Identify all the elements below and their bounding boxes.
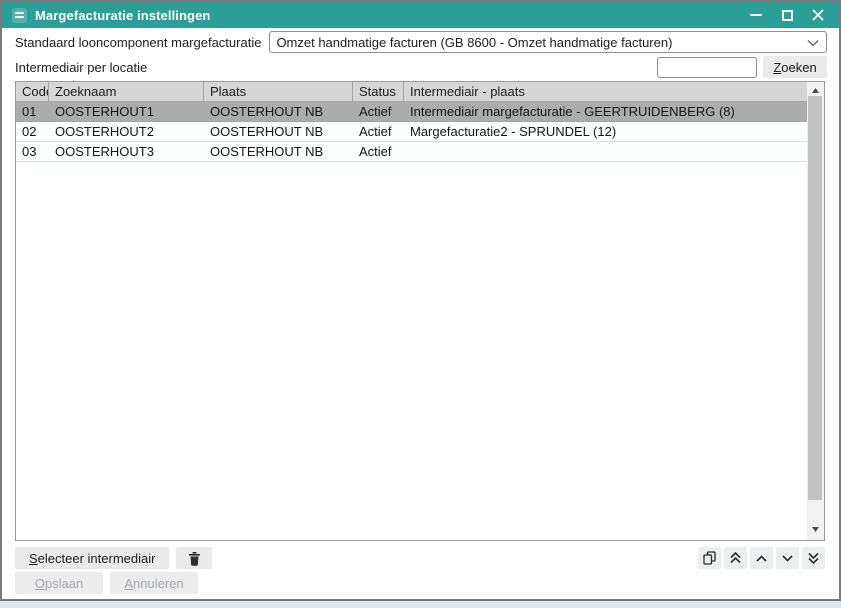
cell-intermediair: Margefacturatie2 - SPRUNDEL (12) [404,122,807,141]
cell-plaats: OOSTERHOUT NB [204,102,353,121]
chevron-down-icon [807,39,819,47]
title-bar: Margefacturatie instellingen [2,2,839,28]
cell-intermediair [404,142,807,161]
cell-plaats: OOSTERHOUT NB [204,122,353,141]
margefacturatie-window: Margefacturatie instellingen Standaard l… [0,0,841,601]
intermediair-per-locatie-row: Intermediair per locatie Zoeken [15,56,827,78]
close-icon[interactable] [807,5,829,25]
dialog-buttons: Opslaan Annuleren [15,572,198,594]
vertical-scrollbar[interactable] [807,82,824,540]
table-row[interactable]: 03 OOSTERHOUT3 OOSTERHOUT NB Actief [16,142,807,162]
annuleren-button[interactable]: Annuleren [110,572,198,594]
intermediair-per-locatie-label: Intermediair per locatie [15,60,147,75]
column-header-intermediair[interactable]: Intermediair - plaats [404,82,807,101]
trash-icon [188,551,201,566]
scrollbar-thumb[interactable] [808,96,822,500]
record-navigation [698,547,825,569]
cell-code: 03 [16,142,49,161]
column-header-code[interactable]: Code [16,82,49,101]
zoeken-button[interactable]: Zoeken [763,56,827,78]
cell-zoeknaam: OOSTERHOUT1 [49,102,204,121]
previous-record-icon[interactable] [750,547,773,569]
delete-button[interactable] [176,547,212,569]
window-title: Margefacturatie instellingen [35,8,210,23]
maximize-icon[interactable] [776,5,798,25]
search-input[interactable] [657,57,757,78]
table-header-row: Code Zoeknaam Plaats Status Intermediair… [16,82,807,102]
selecteer-intermediair-button[interactable]: Selecteer intermediair [15,547,169,569]
cell-status: Actief [353,102,404,121]
cell-code: 02 [16,122,49,141]
column-header-status[interactable]: Status [353,82,404,101]
next-record-icon[interactable] [776,547,799,569]
scroll-up-icon[interactable] [807,84,824,96]
cell-zoeknaam: OOSTERHOUT2 [49,122,204,141]
cell-status: Actief [353,122,404,141]
opslaan-button[interactable]: Opslaan [15,572,103,594]
first-record-icon[interactable] [724,547,747,569]
last-record-icon[interactable] [802,547,825,569]
column-header-plaats[interactable]: Plaats [204,82,353,101]
cell-code: 01 [16,102,49,121]
grid-action-bar: Selecteer intermediair [15,547,825,569]
standaard-looncomponent-label: Standaard looncomponent margefacturatie [15,35,261,50]
scroll-down-icon[interactable] [807,523,824,535]
table-row[interactable]: 01 OOSTERHOUT1 OOSTERHOUT NB Actief Inte… [16,102,807,122]
looncomponent-dropdown[interactable]: Omzet handmatige facturen (GB 8600 - Omz… [269,31,827,53]
table-row[interactable]: 02 OOSTERHOUT2 OOSTERHOUT NB Actief Marg… [16,122,807,142]
cell-intermediair: Intermediair margefacturatie - GEERTRUID… [404,102,807,121]
table-empty-area [16,162,807,540]
looncomponent-dropdown-value: Omzet handmatige facturen (GB 8600 - Omz… [276,35,672,50]
form-icon [12,8,27,23]
minimize-icon[interactable] [745,5,767,25]
cell-zoeknaam: OOSTERHOUT3 [49,142,204,161]
cell-plaats: OOSTERHOUT NB [204,142,353,161]
standaard-looncomponent-row: Standaard looncomponent margefacturatie … [15,31,827,53]
copy-record-icon[interactable] [698,547,721,569]
column-header-zoeknaam[interactable]: Zoeknaam [49,82,204,101]
intermediair-table: Code Zoeknaam Plaats Status Intermediair… [15,81,825,541]
cell-status: Actief [353,142,404,161]
screen: Margefacturatie instellingen Standaard l… [0,0,841,608]
